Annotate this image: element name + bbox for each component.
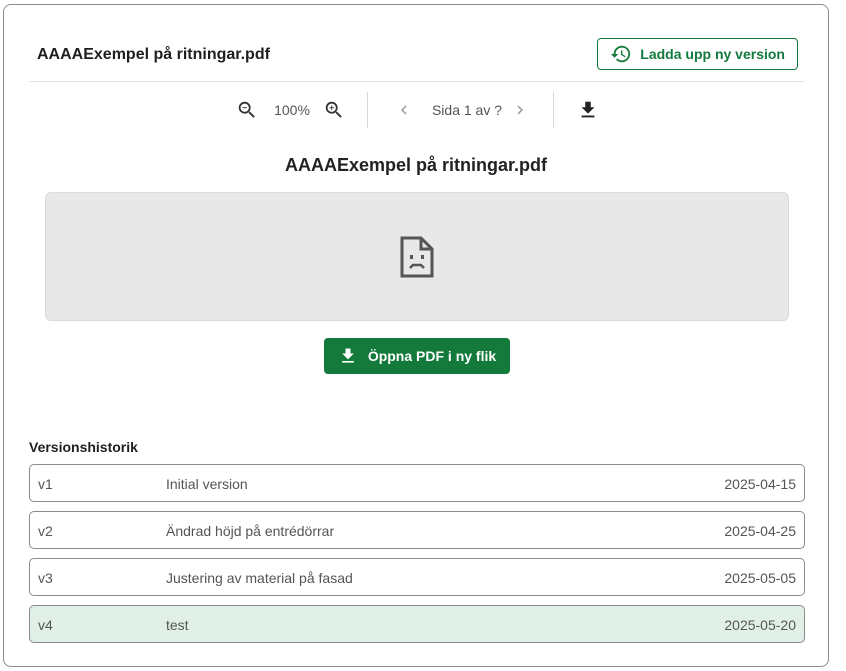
version-id: v4 (38, 617, 53, 633)
version-date: 2025-05-05 (724, 570, 796, 586)
open-pdf-new-tab-button[interactable]: Öppna PDF i ny flik (324, 338, 510, 374)
pdf-toolbar: 100% Sida 1 av ? (4, 92, 828, 128)
card-header: AAAAExempel på ritningar.pdf Ladda upp n… (29, 35, 804, 82)
chevron-left-icon (401, 105, 407, 115)
open-pdf-label: Öppna PDF i ny flik (367, 348, 497, 364)
version-row[interactable]: v1 Initial version 2025-04-15 (29, 464, 805, 502)
version-list: v1 Initial version 2025-04-15 v2 Ändrad … (29, 464, 805, 652)
broken-document-icon (400, 236, 434, 277)
version-id: v3 (38, 570, 53, 586)
toolbar-divider (367, 92, 368, 128)
version-description: test (166, 617, 189, 633)
next-page-button[interactable] (508, 92, 532, 128)
zoom-level: 100% (274, 102, 310, 118)
download-icon (341, 348, 354, 363)
download-icon (581, 101, 595, 118)
page-indicator: Sida 1 av ? (431, 102, 503, 118)
version-date: 2025-05-20 (724, 617, 796, 633)
zoom-out-icon (238, 101, 255, 118)
pdf-viewer (45, 192, 789, 321)
version-date: 2025-04-15 (724, 476, 796, 492)
history-icon (611, 45, 631, 63)
file-title: AAAAExempel på ritningar.pdf (37, 46, 270, 63)
version-id: v2 (38, 523, 53, 539)
zoom-out-button[interactable] (233, 92, 261, 128)
version-row[interactable]: v3 Justering av material på fasad 2025-0… (29, 558, 805, 596)
zoom-in-button[interactable] (320, 92, 348, 128)
download-button[interactable] (574, 92, 602, 128)
version-id: v1 (38, 476, 53, 492)
upload-new-version-button[interactable]: Ladda upp ny version (597, 38, 798, 70)
version-description: Initial version (166, 476, 248, 492)
version-row-selected[interactable]: v4 test 2025-05-20 (29, 605, 805, 643)
chevron-right-icon (517, 105, 523, 115)
version-date: 2025-04-25 (724, 523, 796, 539)
document-card: AAAAExempel på ritningar.pdf Ladda upp n… (3, 4, 829, 667)
toolbar-divider (553, 92, 554, 128)
previous-page-button[interactable] (392, 92, 416, 128)
version-row[interactable]: v2 Ändrad höjd på entrédörrar 2025-04-25 (29, 511, 805, 549)
version-description: Justering av material på fasad (166, 570, 353, 586)
version-description: Ändrad höjd på entrédörrar (166, 523, 335, 539)
document-title: AAAAExempel på ritningar.pdf (284, 155, 548, 175)
upload-button-label: Ladda upp ny version (640, 46, 785, 62)
version-history-title: Versionshistorik (29, 439, 138, 455)
zoom-in-icon (325, 101, 342, 118)
